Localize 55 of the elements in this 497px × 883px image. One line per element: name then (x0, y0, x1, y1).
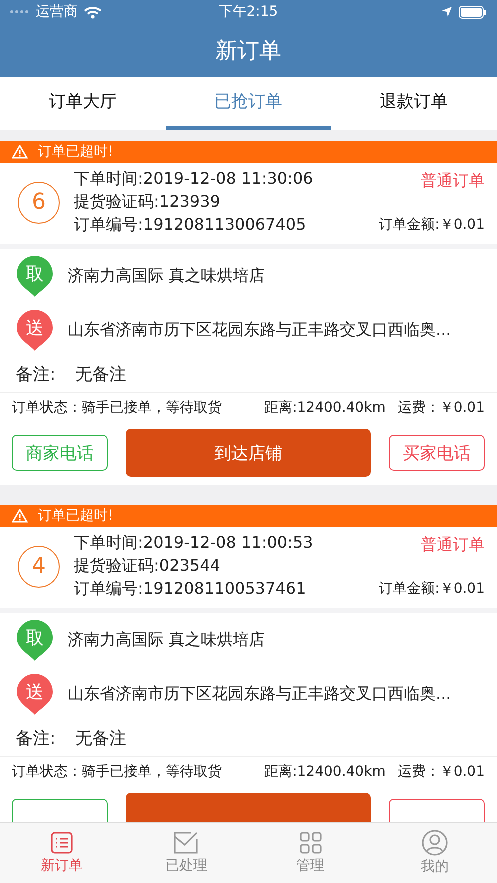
warning-icon (12, 145, 28, 159)
delivery-fee: 运费：￥0.01 (398, 763, 485, 781)
order-status: 订单状态：骑手已接单，等待取货 (12, 763, 223, 781)
order-type: 普通订单 (421, 535, 485, 556)
timeout-text: 订单已超时! (38, 143, 114, 161)
pin-icon: 送 (16, 309, 54, 351)
pin-icon: 取 (16, 255, 54, 297)
list-icon (50, 831, 74, 855)
address-text: 山东省济南市历下区花园东路与正丰路交叉口西临奥... (68, 684, 452, 704)
pickup-code: 提货验证码:123939 (74, 192, 222, 213)
tab[interactable]: 退款订单 (331, 77, 497, 130)
distance-text: 距离:12400.40km (264, 399, 386, 417)
distance-text: 距离:12400.40km (264, 763, 386, 781)
order-amount: 订单金额:￥0.01 (379, 216, 485, 234)
tab-bar-item[interactable]: 我的 (372, 823, 497, 883)
address-text: 济南力高国际 真之味烘培店 (68, 266, 266, 286)
address-text: 济南力高国际 真之味烘培店 (68, 630, 266, 650)
tab-bar-item[interactable]: 新订单 (0, 823, 124, 883)
page-title: 新订单 (216, 38, 282, 66)
battery-icon (459, 6, 487, 18)
order-type: 普通订单 (421, 171, 485, 192)
remark-text: 无备注 (76, 728, 127, 750)
order-time: 下单时间:2019-12-08 11:30:06 (74, 169, 314, 190)
order-id: 订单编号:1912081130067405 (74, 215, 308, 236)
order-amount: 订单金额:￥0.01 (379, 580, 485, 598)
address-text: 山东省济南市历下区花园东路与正丰路交叉口西临奥... (68, 320, 452, 340)
remark-label: 备注: (16, 364, 56, 386)
warning-icon (12, 509, 28, 523)
tab-bar-item[interactable]: 管理 (248, 823, 373, 883)
user-icon (422, 830, 448, 856)
order-time: 下单时间:2019-12-08 11:00:53 (74, 533, 314, 554)
pickup-code: 提货验证码:023544 (74, 556, 222, 577)
order-id: 订单编号:1912081100537461 (74, 579, 308, 600)
order-status: 订单状态：骑手已接单，等待取货 (12, 399, 223, 417)
timeout-text: 订单已超时! (38, 507, 114, 525)
pin-icon: 送 (16, 673, 54, 715)
wifi-icon (84, 6, 102, 18)
tab[interactable]: 订单大厅 (0, 77, 166, 130)
remark-label: 备注: (16, 728, 56, 750)
remark-text: 无备注 (76, 364, 127, 386)
carrier-name: 运营商 (36, 3, 78, 21)
order-number: 4 (18, 546, 60, 588)
phone-button[interactable]: 商家电话 (12, 435, 108, 471)
order-number: 6 (18, 182, 60, 224)
tab-bar-item[interactable]: 已处理 (124, 823, 248, 883)
delivery-fee: 运费：￥0.01 (398, 399, 485, 417)
pin-icon: 取 (16, 619, 54, 661)
status-time: 下午2:15 (218, 4, 278, 20)
tab[interactable]: 已抢订单 (166, 77, 332, 130)
phone-button[interactable]: 买家电话 (389, 435, 485, 471)
location-arrow-icon (441, 6, 453, 18)
signal-icon (10, 10, 30, 14)
envelope-icon (173, 831, 200, 855)
arrive-button[interactable]: 到达店铺 (126, 429, 371, 477)
grid-icon (298, 831, 323, 855)
